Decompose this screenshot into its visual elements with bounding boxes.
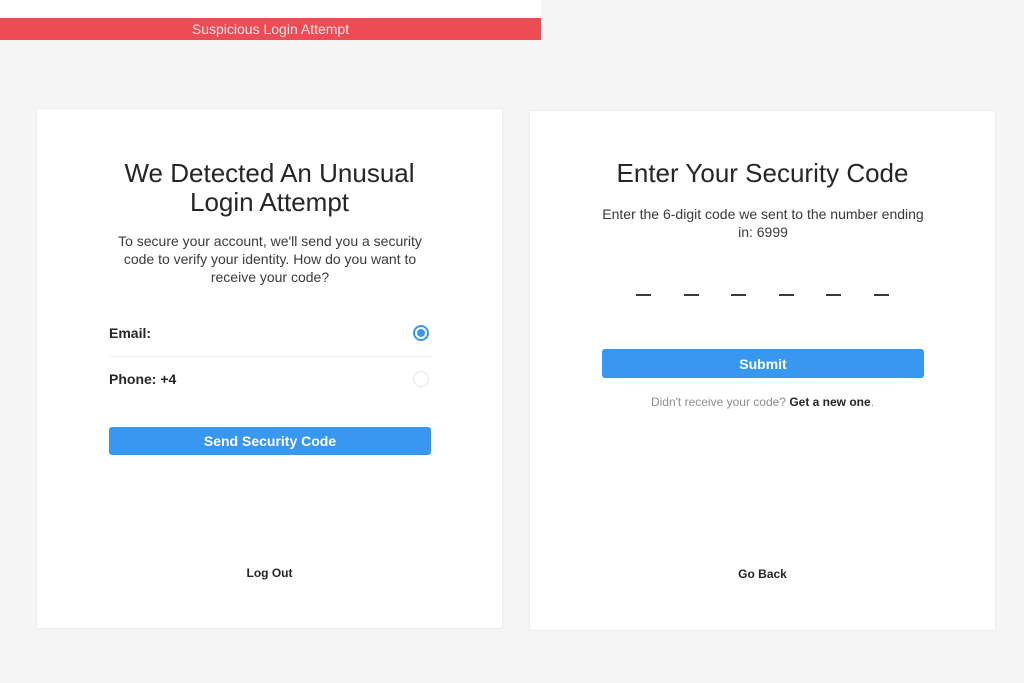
get-new-code-link[interactable]: Get a new one	[789, 395, 870, 409]
code-digit-slot[interactable]	[874, 294, 889, 296]
unusual-login-description: To secure your account, we'll send you a…	[118, 233, 422, 285]
code-digit-slot[interactable]	[779, 294, 794, 296]
email-radio[interactable]	[413, 325, 429, 341]
resend-prompt: Didn't receive your code?	[650, 395, 790, 409]
resend-code-row: Didn't receive your code? Get a new one.	[530, 395, 995, 409]
unusual-login-card: We Detected An Unusual Login Attempt To …	[36, 108, 503, 629]
submit-button[interactable]: Submit	[602, 349, 924, 378]
email-option-label: Email:	[109, 325, 152, 341]
suspicious-login-banner: Suspicious Login Attempt	[0, 18, 541, 40]
code-digit-slot[interactable]	[731, 294, 746, 296]
log-out-link[interactable]: Log Out	[37, 566, 502, 580]
resend-suffix: .	[870, 395, 875, 409]
send-security-code-button[interactable]: Send Security Code	[109, 427, 431, 455]
security-code-card: Enter Your Security Code Enter the 6-dig…	[529, 110, 996, 631]
go-back-link[interactable]: Go Back	[530, 567, 995, 581]
banner-text: Suspicious Login Attempt	[191, 21, 350, 37]
code-digit-slot[interactable]	[684, 294, 699, 296]
option-email[interactable]: Email:	[109, 310, 431, 356]
code-digit-slot[interactable]	[826, 294, 841, 296]
phone-option-label: Phone: +4	[109, 371, 177, 387]
code-digit-slot[interactable]	[636, 294, 651, 296]
unusual-login-title: We Detected An Unusual Login Attempt	[124, 158, 415, 217]
security-code-input[interactable]	[636, 294, 890, 304]
option-phone[interactable]: Phone: +4	[109, 356, 431, 402]
security-code-description: Enter the 6-digit code we sent to the nu…	[602, 206, 924, 240]
phone-radio[interactable]	[413, 371, 429, 387]
security-code-title: Enter Your Security Code	[616, 158, 909, 188]
top-strip	[0, 0, 541, 18]
